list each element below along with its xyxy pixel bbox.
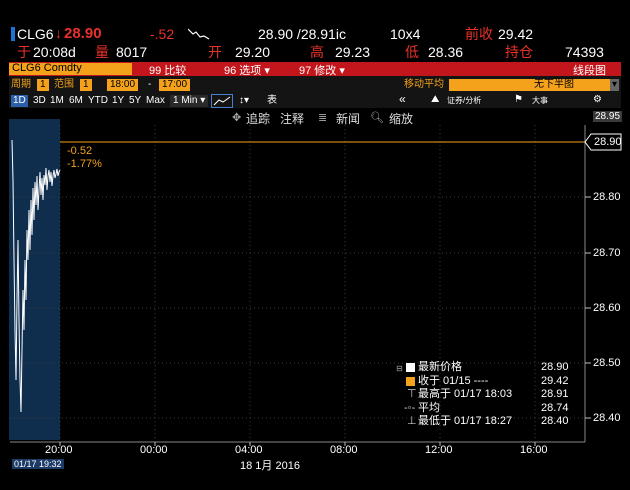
legend-label: 最新价格: [418, 361, 462, 373]
x-tick-label: 20:00: [45, 444, 73, 456]
x-tick-label: 12:00: [425, 444, 453, 456]
legend-swatch-white: [406, 363, 415, 372]
x-tick-label: 16:00: [520, 444, 548, 456]
y-tick-label: 28.50: [593, 357, 621, 369]
y-tick-label: 28.80: [593, 191, 621, 203]
current-price-tag: 28.90: [594, 136, 622, 148]
y-tick-label: 28.70: [593, 247, 621, 259]
x-tick-label: 08:00: [330, 444, 358, 456]
legend-low-marker-icon: ⊥: [407, 415, 417, 427]
legend-value: 29.42: [541, 374, 569, 387]
legend-value: 28.74: [541, 401, 569, 414]
pct-change-annotation: -1.77%: [67, 158, 102, 170]
x-tick-label: 00:00: [140, 444, 168, 456]
date-axis-label: 18 1月 2016: [240, 460, 300, 472]
legend-swatch-orange: [406, 376, 415, 386]
legend-average-marker-icon: -◦-: [404, 401, 416, 414]
legend-value: 28.40: [541, 415, 569, 427]
price-chart[interactable]: [0, 0, 630, 490]
top-price-tag: 28.95: [593, 111, 623, 122]
legend-high-marker-icon: ⊤: [407, 388, 417, 400]
legend-label: 收于 01/15 ----: [418, 374, 489, 387]
price-line: [11, 139, 61, 413]
legend-value: 28.90: [541, 361, 569, 373]
y-tick-label: 28.40: [593, 412, 621, 424]
legend-label: 平均: [418, 401, 440, 414]
y-tick-label: 28.60: [593, 302, 621, 314]
legend-collapse-icon[interactable]: ⊟: [396, 362, 403, 376]
cursor-time-label: 01/17 19:32: [12, 459, 64, 469]
legend-label: 最高于 01/17 18:03: [418, 388, 513, 400]
legend-value: 28.91: [541, 388, 569, 400]
legend-label: 最低于 01/17 18:27: [418, 415, 513, 427]
x-tick-label: 04:00: [235, 444, 263, 456]
change-annotation: -0.52: [67, 145, 93, 157]
